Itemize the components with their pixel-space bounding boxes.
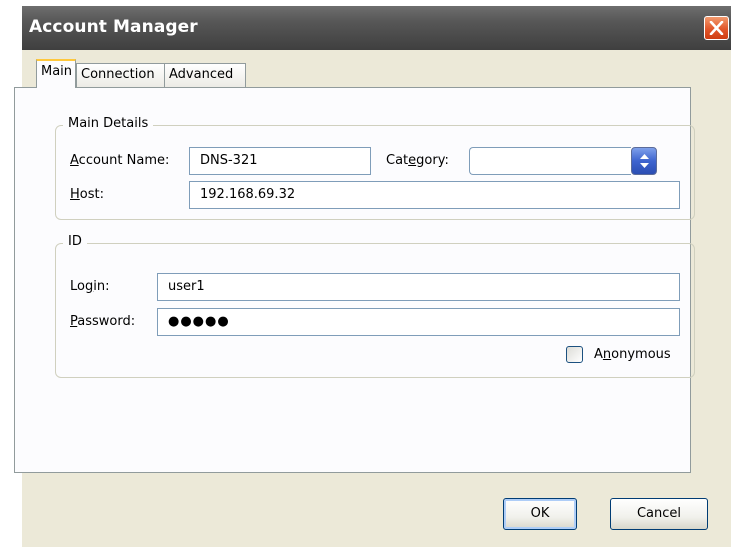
category-label: Category: [386,153,449,168]
login-label: Login: [70,279,110,294]
login-field[interactable]: user1 [157,273,680,301]
category-spin-button[interactable] [631,147,657,175]
tab-connection[interactable]: Connection [76,63,166,87]
tab-advanced[interactable]: Advanced [164,63,246,87]
close-icon [709,21,724,35]
password-field[interactable]: ●●●●● [157,308,680,336]
spin-arrows-icon [640,154,649,168]
anonymous-label[interactable]: Anonymous [594,347,671,362]
cancel-button[interactable]: Cancel [610,498,708,530]
title-bar[interactable]: Account Manager [22,6,731,50]
account-name-field[interactable]: DNS-321 [189,147,371,175]
host-field[interactable]: 192.168.69.32 [189,181,680,209]
close-button[interactable] [704,16,729,40]
main-details-legend: Main Details [63,116,154,131]
ok-button[interactable]: OK [503,498,577,530]
tab-connection-label: Connection [81,67,155,82]
category-select[interactable] [469,147,631,175]
window-title: Account Manager [29,17,198,37]
account-name-label: Account Name: [70,153,170,168]
tab-main[interactable]: Main [36,59,76,88]
tab-main-label: Main [41,64,73,79]
password-label: Password: [70,314,136,329]
tab-advanced-label: Advanced [169,67,234,82]
id-legend: ID [63,234,87,249]
anonymous-checkbox[interactable] [566,346,583,363]
host-label: Host: [70,187,104,202]
